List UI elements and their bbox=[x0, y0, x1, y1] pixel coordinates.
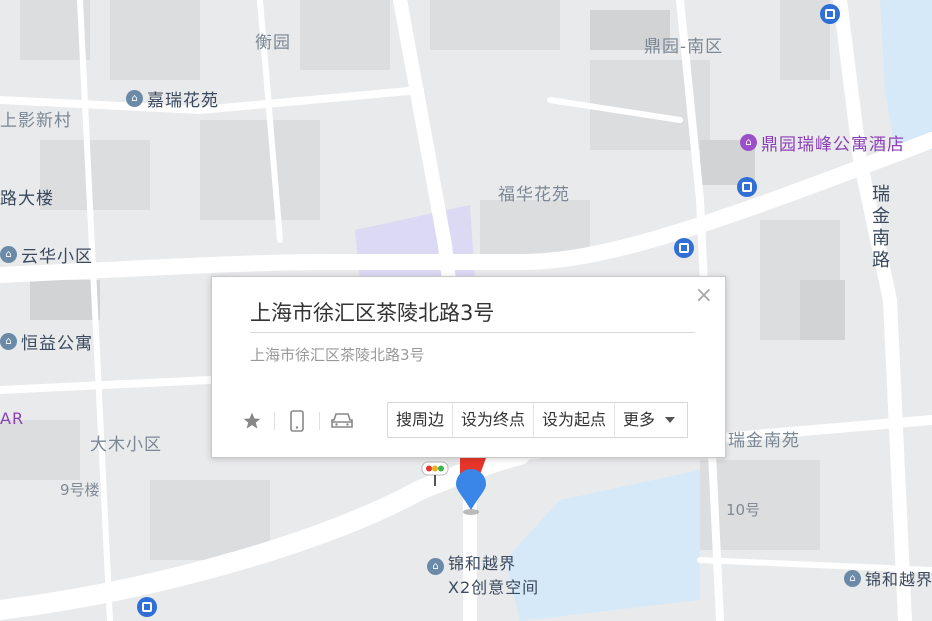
popup-divider bbox=[250, 332, 695, 333]
map-label-yunhua: 云华小区 bbox=[21, 247, 93, 267]
residential-poi-icon: ⌂ bbox=[126, 90, 143, 107]
map-label-hengyuan: 衡园 bbox=[255, 33, 291, 53]
taxi-car-icon[interactable] bbox=[328, 409, 356, 433]
icon-separator bbox=[274, 412, 275, 430]
poi-jiarui[interactable]: ⌂ 嘉瑞花苑 bbox=[126, 86, 219, 111]
bus-stop-icon[interactable] bbox=[674, 238, 694, 258]
bus-stop-icon[interactable] bbox=[737, 177, 757, 197]
chevron-down-icon bbox=[665, 417, 676, 423]
residential-poi-icon: ⌂ bbox=[0, 333, 17, 350]
map-label-fuhua: 福华花苑 bbox=[498, 185, 570, 205]
popup-title: 上海市徐汇区茶陵北路3号 bbox=[250, 301, 495, 325]
poi-hengyi[interactable]: ⌂ 恒益公寓 bbox=[0, 329, 93, 354]
popup-address: 上海市徐汇区茶陵北路3号 bbox=[250, 346, 425, 364]
set-origin-button[interactable]: 设为起点 bbox=[534, 403, 616, 437]
poi-yunhua[interactable]: ⌂ 云华小区 bbox=[0, 242, 93, 267]
map-label-damu: 大木小区 bbox=[90, 435, 162, 455]
bus-stop-icon[interactable] bbox=[137, 597, 157, 617]
map-label-jinhe-x2-line2: X2创意空间 bbox=[448, 578, 540, 597]
hotel-poi-icon: ⌂ bbox=[740, 134, 757, 151]
map-label-hengyi: 恒益公寓 bbox=[21, 334, 93, 354]
search-nearby-button[interactable]: 搜周边 bbox=[388, 403, 454, 437]
location-info-popup: × 上海市徐汇区茶陵北路3号 上海市徐汇区茶陵北路3号 搜周边 设为终点 设为起… bbox=[211, 276, 726, 458]
poi-jinhe-right[interactable]: ⌂ 锦和越界 bbox=[844, 566, 932, 590]
office-poi-icon: ⌂ bbox=[427, 558, 444, 575]
map-label-ruijin-nanyuan: 瑞金南苑 bbox=[728, 431, 800, 451]
residential-poi-icon: ⌂ bbox=[0, 246, 17, 263]
more-label: 更多 bbox=[623, 410, 656, 429]
close-icon[interactable]: × bbox=[695, 285, 713, 307]
map-label-no9: 9号楼 bbox=[60, 481, 100, 499]
map-label-dingyuan-nanqu: 鼎园-南区 bbox=[644, 37, 724, 57]
more-dropdown-button[interactable]: 更多 bbox=[615, 403, 687, 437]
map-label-lu-dalou: 路大楼 bbox=[0, 189, 54, 209]
map-label-no10: 10号 bbox=[726, 501, 761, 519]
bus-stop-icon[interactable] bbox=[820, 4, 840, 24]
map-label-ruijin-nanlu: 瑞金南路 bbox=[869, 184, 890, 272]
popup-action-group: 搜周边 设为终点 设为起点 更多 bbox=[387, 402, 689, 438]
map-label-ar: AR bbox=[0, 409, 25, 428]
map-label-jiarui: 嘉瑞花苑 bbox=[147, 91, 219, 111]
popup-icon-bar bbox=[238, 409, 356, 433]
map-label-shangying: 上影新村 bbox=[0, 111, 72, 131]
set-destination-button[interactable]: 设为终点 bbox=[453, 403, 535, 437]
favorite-star-icon[interactable] bbox=[238, 409, 266, 433]
icon-separator bbox=[319, 412, 320, 430]
map-label-jinhe-right: 锦和越界 bbox=[865, 570, 932, 589]
send-to-phone-icon[interactable] bbox=[283, 409, 311, 433]
map-label-dingyuan-ruifeng: 鼎园瑞峰公寓酒店 bbox=[761, 135, 905, 155]
poi-jinhe-x2[interactable]: ⌂ 锦和越界 X2创意空间 bbox=[427, 550, 539, 598]
map-label-jinhe-x2-line1: 锦和越界 bbox=[448, 554, 517, 573]
poi-dingyuan-ruifeng[interactable]: ⌂ 鼎园瑞峰公寓酒店 bbox=[740, 130, 905, 155]
office-poi-icon: ⌂ bbox=[844, 569, 861, 587]
